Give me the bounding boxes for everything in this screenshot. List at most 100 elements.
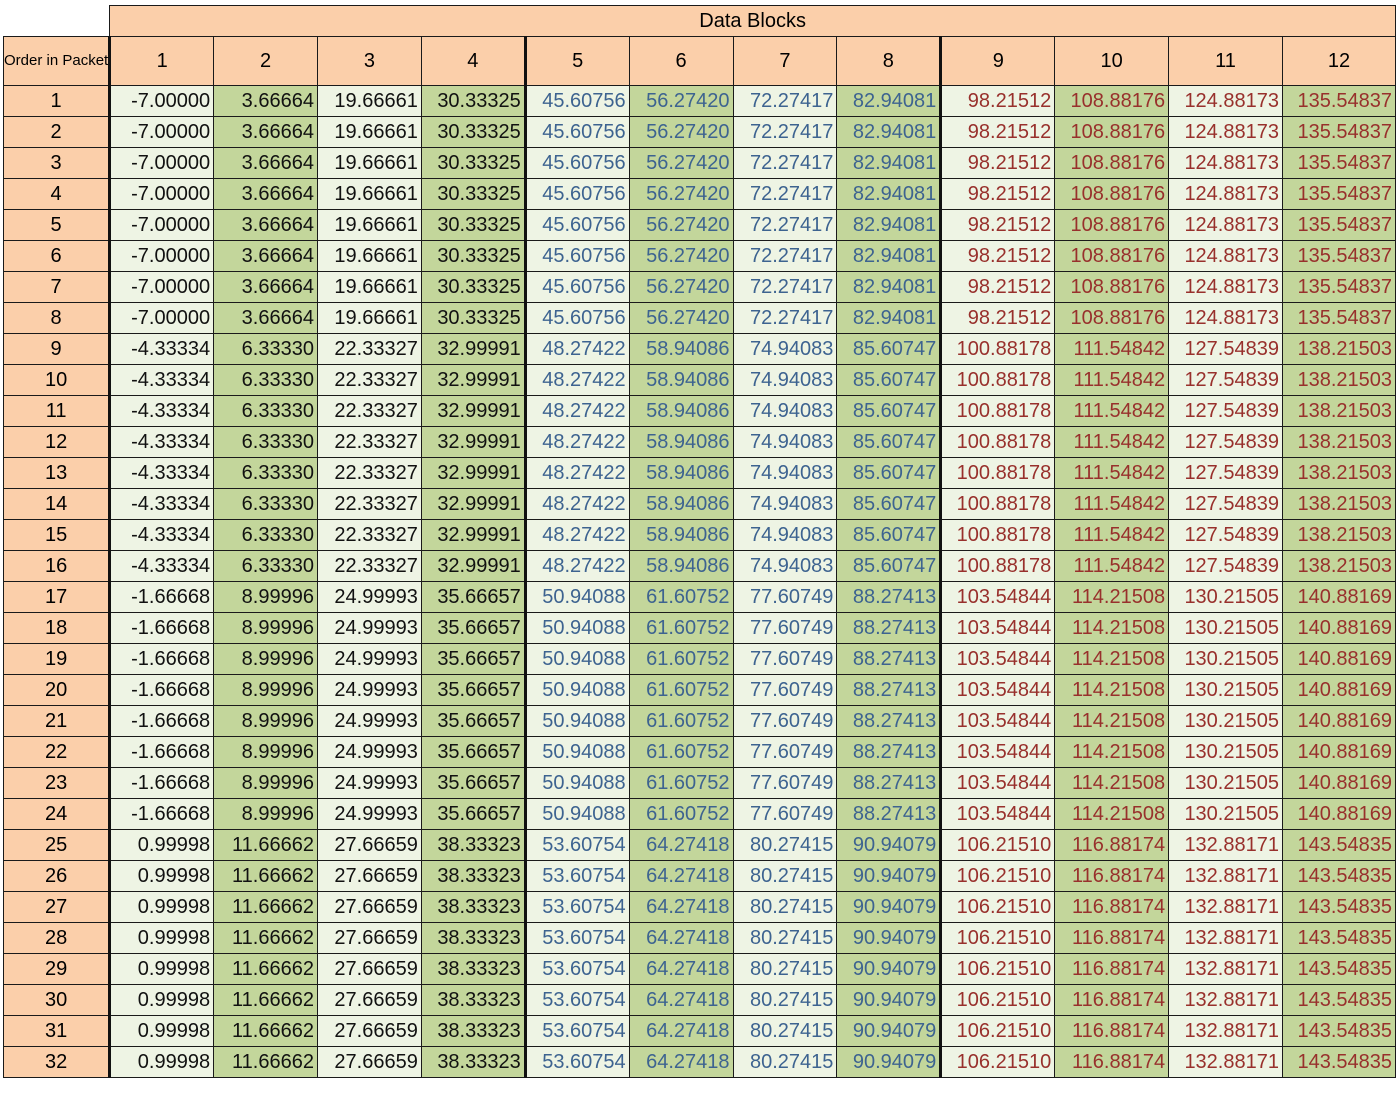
order-cell: 31 (2, 1015, 111, 1047)
value-cell: 77.60749 (732, 612, 838, 644)
value-cell: 8.99996 (213, 798, 318, 830)
value-cell: 77.60749 (732, 798, 838, 830)
value-cell: 58.94086 (628, 395, 734, 427)
value-cell: -4.33334 (108, 457, 215, 489)
data-blocks-table-container: Data Blocks Order in Packet 1 2 3 4 5 6 7 8 9 10 1… (2, 5, 1396, 1078)
value-cell: 64.27418 (628, 891, 734, 923)
table-row: 22 -1.66668 8.99996 24.99993 35.66657 50.9408… (2, 736, 1396, 768)
value-cell: 100.88178 (939, 488, 1056, 520)
value-cell: 114.21508 (1054, 736, 1170, 768)
value-cell: 64.27418 (628, 1015, 734, 1047)
value-cell: 130.21505 (1168, 705, 1283, 737)
value-cell: 50.94088 (523, 581, 630, 613)
value-cell: -7.00000 (108, 178, 215, 210)
value-cell: 35.66657 (420, 581, 526, 613)
table-row: 4 -7.00000 3.66664 19.66661 30.33325 45.60756… (2, 178, 1396, 210)
value-cell: 35.66657 (420, 736, 526, 768)
value-cell: 103.54844 (939, 674, 1056, 706)
value-cell: 103.54844 (939, 581, 1056, 613)
value-cell: -1.66668 (108, 643, 215, 675)
value-cell: 32.99991 (420, 519, 526, 551)
value-cell: 27.66659 (316, 984, 422, 1016)
value-cell: 127.54839 (1168, 488, 1283, 520)
value-cell: 48.27422 (523, 426, 630, 458)
value-cell: 116.88174 (1054, 891, 1170, 923)
value-cell: 106.21510 (939, 829, 1056, 861)
value-cell: 103.54844 (939, 798, 1056, 830)
value-cell: 61.60752 (628, 581, 734, 613)
value-cell: 19.66661 (316, 271, 422, 303)
value-cell: 135.54837 (1281, 209, 1396, 241)
table-row: 29 0.99998 11.66662 27.66659 38.33323 53.6075… (2, 953, 1396, 985)
value-cell: 30.33325 (420, 147, 526, 179)
value-cell: 45.60756 (523, 147, 630, 179)
value-cell: 111.54842 (1054, 488, 1170, 520)
watermark: CSDN @Mentodzaro (1243, 1101, 1382, 1116)
value-cell: 22.33327 (316, 364, 422, 396)
value-cell: 56.27420 (628, 209, 734, 241)
table-row: 8 -7.00000 3.66664 19.66661 30.33325 45.60756… (2, 302, 1396, 334)
value-cell: 140.88169 (1281, 674, 1396, 706)
value-cell: 32.99991 (420, 364, 526, 396)
value-cell: 58.94086 (628, 550, 734, 582)
order-cell: 2 (2, 116, 111, 148)
value-cell: 77.60749 (732, 736, 838, 768)
table-row: 1 -7.00000 3.66664 19.66661 30.33325 45.60756… (2, 85, 1396, 117)
value-cell: 3.66664 (213, 178, 318, 210)
value-cell: 98.21512 (939, 240, 1056, 272)
value-cell: 130.21505 (1168, 767, 1283, 799)
value-cell: 6.33330 (213, 364, 318, 396)
value-cell: 30.33325 (420, 240, 526, 272)
value-cell: 56.27420 (628, 178, 734, 210)
value-cell: 132.88171 (1168, 829, 1283, 861)
value-cell: -1.66668 (108, 705, 215, 737)
value-cell: 0.99998 (108, 1015, 215, 1047)
value-cell: 90.94079 (836, 1015, 942, 1047)
value-cell: 38.33323 (420, 829, 526, 861)
table-row: 23 -1.66668 8.99996 24.99993 35.66657 50.9408… (2, 767, 1396, 799)
value-cell: 85.60747 (836, 426, 942, 458)
value-cell: 35.66657 (420, 767, 526, 799)
value-cell: 8.99996 (213, 581, 318, 613)
value-cell: 116.88174 (1054, 1046, 1170, 1078)
value-cell: 114.21508 (1054, 612, 1170, 644)
value-cell: 132.88171 (1168, 984, 1283, 1016)
order-cell: 13 (2, 457, 111, 489)
table-row: 21 -1.66668 8.99996 24.99993 35.66657 50.9408… (2, 705, 1396, 737)
value-cell: 56.27420 (628, 271, 734, 303)
value-cell: 30.33325 (420, 116, 526, 148)
table-row: 30 0.99998 11.66662 27.66659 38.33323 53.6075… (2, 984, 1396, 1016)
value-cell: 35.66657 (420, 612, 526, 644)
value-cell: 124.88173 (1168, 178, 1283, 210)
data-blocks-title: Data Blocks (109, 5, 1396, 37)
value-cell: 130.21505 (1168, 612, 1283, 644)
value-cell: 72.27417 (732, 116, 838, 148)
value-cell: 135.54837 (1281, 178, 1396, 210)
value-cell: 56.27420 (628, 302, 734, 334)
column-header-3: 3 (316, 36, 422, 86)
value-cell: 103.54844 (939, 705, 1056, 737)
value-cell: 138.21503 (1281, 550, 1396, 582)
value-cell: 82.94081 (836, 271, 942, 303)
value-cell: 124.88173 (1168, 209, 1283, 241)
value-cell: 135.54837 (1281, 302, 1396, 334)
value-cell: 32.99991 (420, 488, 526, 520)
value-cell: 100.88178 (939, 426, 1056, 458)
order-cell: 6 (2, 240, 111, 272)
value-cell: 116.88174 (1054, 953, 1170, 985)
value-cell: 103.54844 (939, 736, 1056, 768)
value-cell: 35.66657 (420, 798, 526, 830)
value-cell: 35.66657 (420, 643, 526, 675)
table-row: 27 0.99998 11.66662 27.66659 38.33323 53.6075… (2, 891, 1396, 923)
value-cell: 19.66661 (316, 116, 422, 148)
value-cell: 50.94088 (523, 643, 630, 675)
value-cell: 111.54842 (1054, 333, 1170, 365)
value-cell: 38.33323 (420, 1046, 526, 1078)
corner-cell (3, 5, 111, 37)
value-cell: 24.99993 (316, 581, 422, 613)
value-cell: 11.66662 (213, 922, 318, 954)
column-header-6: 6 (628, 36, 734, 86)
value-cell: 11.66662 (213, 953, 318, 985)
value-cell: 58.94086 (628, 488, 734, 520)
value-cell: 3.66664 (213, 209, 318, 241)
